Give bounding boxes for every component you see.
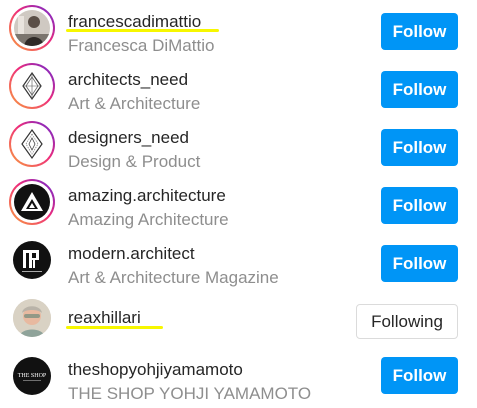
avatar[interactable] xyxy=(9,63,55,109)
avatar-logo xyxy=(14,126,50,162)
username[interactable]: theshopyohjiyamamoto xyxy=(68,360,243,380)
follow-button[interactable]: Follow xyxy=(381,13,458,50)
avatar[interactable]: THE SHOP xyxy=(9,353,55,399)
follow-button[interactable]: Follow xyxy=(381,245,458,282)
username[interactable]: architects_need xyxy=(68,70,188,90)
username[interactable]: reaxhillari xyxy=(68,308,141,328)
list-item[interactable]: THE SHOP theshopyohjiyamamoto THE SHOP Y… xyxy=(0,352,477,408)
avatar-photo xyxy=(13,299,51,337)
avatar-photo xyxy=(14,10,50,46)
following-button[interactable]: Following xyxy=(356,304,458,339)
account-list: francescadimattio Francesca DiMattio Fol… xyxy=(0,0,477,403)
username[interactable]: amazing.architecture xyxy=(68,186,226,206)
shop-logo-text: THE SHOP xyxy=(18,373,47,379)
avatar-logo xyxy=(14,184,50,220)
avatar[interactable] xyxy=(9,5,55,51)
follow-button[interactable]: Follow xyxy=(381,187,458,224)
full-name: THE SHOP YOHJI YAMAMOTO xyxy=(68,384,312,403)
avatar-logo xyxy=(13,241,51,279)
list-item[interactable]: francescadimattio Francesca DiMattio Fol… xyxy=(0,4,477,60)
avatar[interactable] xyxy=(9,121,55,167)
list-item[interactable]: modern.architect Art & Architecture Maga… xyxy=(0,236,477,292)
avatar-logo xyxy=(14,68,50,104)
follow-button[interactable]: Follow xyxy=(381,129,458,166)
avatar[interactable] xyxy=(9,295,55,341)
follow-button[interactable]: Follow xyxy=(381,357,458,394)
username[interactable]: designers_need xyxy=(68,128,189,148)
list-item[interactable]: designers_need Design & Product Follow xyxy=(0,120,477,176)
full-name: Amazing Architecture xyxy=(68,210,229,229)
avatar-logo: THE SHOP xyxy=(13,357,51,395)
list-item[interactable]: amazing.architecture Amazing Architectur… xyxy=(0,178,477,234)
full-name: Design & Product xyxy=(68,152,201,171)
avatar[interactable] xyxy=(9,237,55,283)
full-name: Art & Architecture xyxy=(68,94,201,113)
highlight-underline xyxy=(66,29,219,32)
username[interactable]: modern.architect xyxy=(68,244,195,264)
list-item[interactable]: architects_need Art & Architecture Follo… xyxy=(0,62,477,118)
full-name: Francesca DiMattio xyxy=(68,36,215,55)
avatar[interactable] xyxy=(9,179,55,225)
highlight-underline xyxy=(66,326,163,329)
list-item[interactable]: reaxhillari Following xyxy=(0,294,477,350)
follow-button[interactable]: Follow xyxy=(381,71,458,108)
full-name: Art & Architecture Magazine xyxy=(68,268,279,287)
